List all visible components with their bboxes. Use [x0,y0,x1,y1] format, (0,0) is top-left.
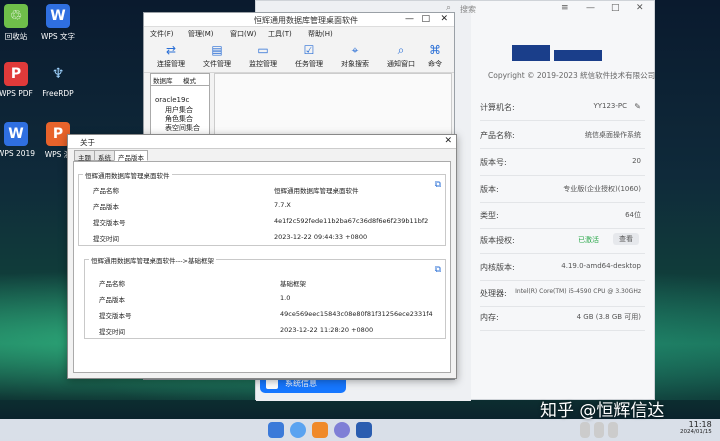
app-store-icon[interactable] [334,422,350,438]
info-row-product: 产品名称: 统信桌面操作系统 [480,126,645,149]
menu-manage[interactable]: 管理(M) [188,29,214,39]
terminal-icon: ⌘ [429,43,441,57]
copyright-text: Copyright © 2019-2023 統信软件技术有限公司 [488,71,656,80]
maximize-icon[interactable]: □ [421,14,430,24]
menu-file[interactable]: 文件(F) [150,29,174,39]
task-manage-button[interactable]: ☑ 任务管理 [286,40,332,69]
tab-database[interactable]: 数据库 [151,75,175,85]
refresh-icon: ⇄ [165,43,177,57]
trash-icon: ♲ [4,4,28,28]
wps-writer-icon: W [46,4,70,28]
tab-product-version[interactable]: 产品版本 [114,150,148,162]
watermark: 知乎 @恒辉信达 [540,401,665,421]
close-icon[interactable]: ✕ [636,3,644,13]
tab-schema[interactable]: 模式 [181,75,198,85]
connection-manage-button[interactable]: ⇄ 连接管理 [148,40,194,69]
close-icon[interactable]: ✕ [440,14,448,24]
group-base-framework: 恒辉通用数据库管理桌面软件--->基础框架 ⧉ 产品名称 基础框架 产品版本 1… [84,255,446,339]
db-manager-titlebar: 恒辉通用数据库管理桌面软件 — □ ✕ [144,13,454,27]
db-manager-taskbar-icon[interactable] [356,422,372,438]
close-icon[interactable]: ✕ [444,136,452,146]
search-box[interactable]: ⌕ 搜索 [446,3,566,15]
monitor-manage-button[interactable]: ▭ 监控管理 [240,40,286,69]
monitor-icon: ▭ [257,43,269,57]
about-titlebar: 关于 ✕ [68,135,456,149]
minimize-icon[interactable]: — [586,3,595,13]
tree-node-oracle19c[interactable]: oracle19c [155,96,189,104]
info-row-processor: 处理器: Intel(R) Core(TM) i5-4590 CPU @ 3.3… [480,284,645,307]
browser-icon[interactable] [290,422,306,438]
menu-help[interactable]: 帮助(H) [308,29,333,39]
maximize-icon[interactable]: □ [611,3,620,13]
tab-theme[interactable]: 主题 [74,150,95,162]
command-button[interactable]: ⌘ 命令 [416,40,454,69]
info-row-memory: 内存: 4 GB (3.8 GB 可用) [480,308,645,331]
info-row-kernel: 内核版本: 4.19.0-amd64-desktop [480,258,645,281]
taskbar-clock[interactable]: 11:18 2024/01/15 [680,420,712,435]
wps-pdf-icon: P [4,62,28,86]
group-main-product: 恒辉通用数据库管理桌面软件 ⧉ 产品名称 恒辉通用数据库管理桌面软件 产品版本 … [78,170,446,246]
desktop-icon-wps-writer[interactable]: W WPS 文字 [28,4,88,42]
product-version-panel: 恒辉通用数据库管理桌面软件 ⧉ 产品名称 恒辉通用数据库管理桌面软件 产品版本 … [73,161,451,373]
minimize-icon[interactable]: — [405,14,414,24]
copy-icon[interactable]: ⧉ [435,265,441,275]
info-row-version-number: 版本号: 20 [480,153,645,176]
freerdp-icon: ♆ [51,66,65,82]
navigator-tabs: 数据库 模式 [151,74,209,86]
info-row-type: 类型: 64位 [480,206,645,229]
view-license-button[interactable]: 查看 [613,233,639,245]
file-manager-icon[interactable] [312,422,328,438]
license-status: 已激活 [578,236,599,244]
info-row-hostname: 计算机名: YY123-PC ✎ [480,98,645,121]
file-manage-button[interactable]: ▤ 文件管理 [194,40,240,69]
menu-icon[interactable]: ≡ [561,3,569,13]
about-dialog: 关于 ✕ 主题 系统 产品版本 恒辉通用数据库管理桌面软件 ⧉ 产品名称 恒辉通… [67,134,457,379]
clipboard-icon: ☑ [303,43,315,57]
tray-power-icon[interactable] [608,422,618,438]
binoculars-icon: ⌖ [351,43,359,57]
info-row-edition: 版本: 专业版(企业授权)(1060) [480,180,645,203]
desktop-icon-freerdp[interactable]: ♆ FreeRDP [28,62,88,98]
tray-volume-icon[interactable] [594,422,604,438]
wps-2019-icon: W [4,122,28,146]
edit-icon[interactable]: ✎ [634,102,641,111]
info-row-license: 版本授权: 已激活 查看 [480,231,645,254]
copy-icon[interactable]: ⧉ [435,180,441,190]
menu-tools[interactable]: 工具(T) [268,29,292,39]
menu-window[interactable]: 窗口(W) [230,29,256,39]
search-icon: ⌕ [397,43,405,57]
search-input[interactable]: 搜索 [460,4,476,15]
tab-system[interactable]: 系统 [94,150,115,162]
object-search-button[interactable]: ⌖ 对象搜索 [332,40,378,69]
taskbar [0,419,720,441]
main-toolbar: ⇄ 连接管理 ▤ 文件管理 ▭ 监控管理 ☑ 任务管理 ⌖ 对象搜索 ⌕ 通知窗口 ⌘ 命令 [144,40,454,73]
book-icon: ▤ [211,43,223,57]
tray-network-icon[interactable] [580,422,590,438]
uos-logo-right [554,50,602,61]
uos-logo-left [512,45,550,61]
menu-bar: 文件(F) 管理(M) 窗口(W) 工具(T) 帮助(H) [144,27,454,40]
launcher-icon[interactable] [268,422,284,438]
tree-node-tablespaces[interactable]: 表空间集合 [165,123,200,133]
